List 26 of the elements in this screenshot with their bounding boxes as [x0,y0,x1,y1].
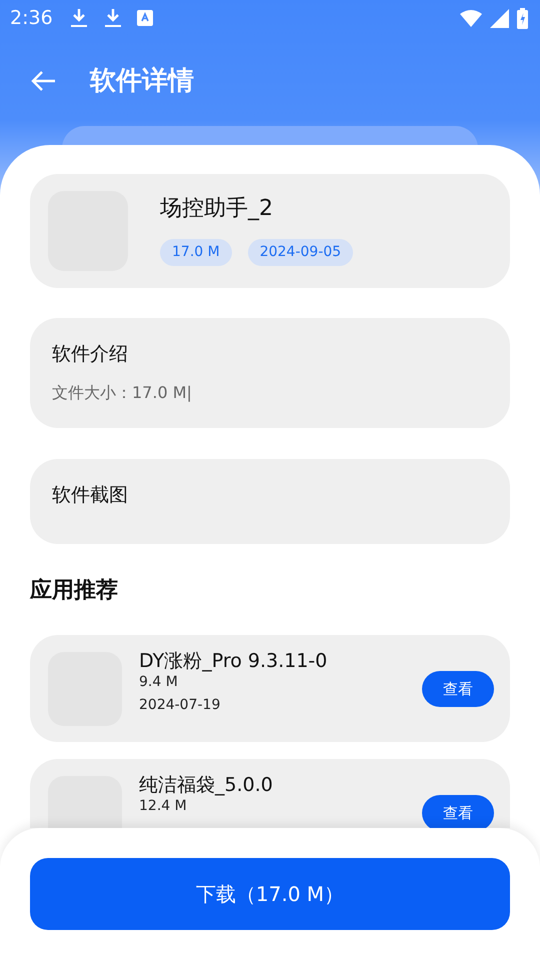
info-tag: 17.0 M [160,239,232,266]
download-button[interactable]: 下载（17.0 M） [30,858,510,930]
battery-icon [517,8,528,28]
app-name: DY涨粉_Pro 9.3.11-0 [139,650,328,674]
download-icon [104,8,121,28]
info-tag: 2024-09-05 [248,239,354,266]
signal-icon [490,8,509,28]
app-size: 9.4 M [139,674,179,692]
view-button[interactable]: 查看 [422,795,494,828]
app-date: 2024-07-19 [139,697,222,715]
back-icon[interactable] [30,70,56,92]
app-list-item[interactable]: 纯洁福袋_5.0.0 12.4 M 查看 [30,759,510,828]
wifi-icon [460,9,482,27]
download-icon [70,8,87,28]
status-time: 2:36 [10,6,53,31]
section-heading: 应用推荐 [30,576,119,605]
app-size: 12.4 M [139,798,188,816]
keyboard-icon [136,10,153,26]
view-button[interactable]: 查看 [422,671,494,707]
section-title: 软件介绍 [52,342,129,367]
section-title: 软件截图 [52,483,129,508]
app-name: 场控助手_2 [160,195,274,223]
page-title: 软件详情 [90,64,194,98]
app-name: 纯洁福袋_5.0.0 [139,774,273,798]
app-list-item[interactable]: DY涨粉_Pro 9.3.11-0 9.4 M 2024-07-19 查看 [30,635,510,742]
intro-text: 文件大小：17.0 M| [52,382,193,404]
